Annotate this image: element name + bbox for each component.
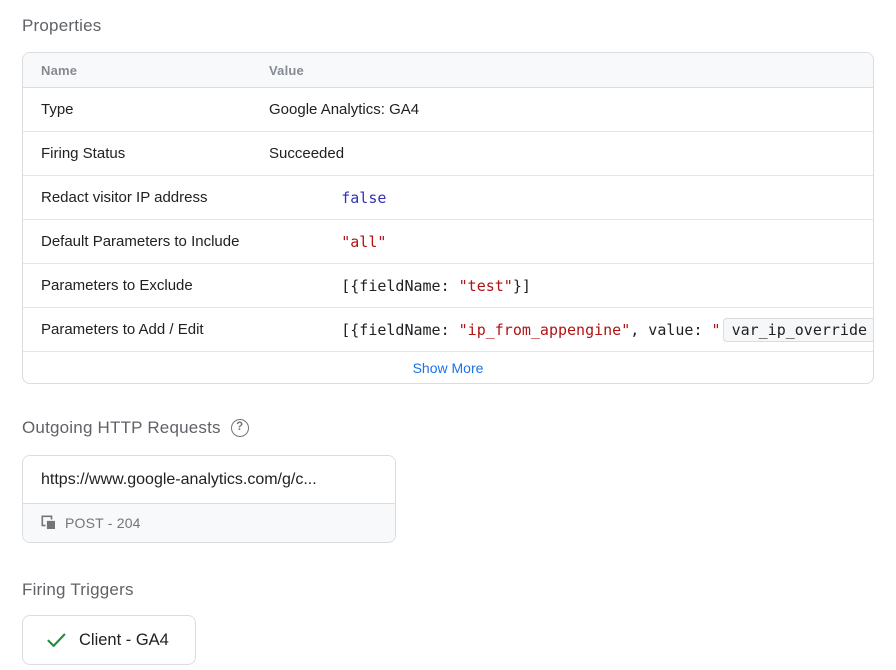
- code-plain: }]: [513, 277, 531, 295]
- value-column-header: Value: [269, 63, 873, 78]
- table-row-params-add-edit: Parameters to Add / Edit [{fieldName: "i…: [23, 308, 873, 352]
- show-more-link[interactable]: Show More: [413, 360, 484, 376]
- firing-trigger-item[interactable]: Client - GA4: [22, 615, 196, 665]
- name-column-header: Name: [23, 63, 269, 78]
- firing-triggers-section-title: Firing Triggers: [22, 579, 874, 600]
- code-string: "all": [341, 233, 386, 251]
- help-icon[interactable]: ?: [231, 419, 249, 437]
- property-name: Type: [23, 101, 269, 118]
- code-plain: [{fieldName:: [341, 277, 458, 295]
- code-plain: , value:: [630, 321, 711, 339]
- property-value: Succeeded: [269, 145, 873, 162]
- http-request-card[interactable]: https://www.google-analytics.com/g/c... …: [22, 455, 396, 543]
- green-check-icon: [47, 633, 66, 648]
- properties-section-title: Properties: [22, 15, 874, 36]
- request-method-status: POST - 204: [65, 515, 141, 531]
- http-requests-section-title: Outgoing HTTP Requests ?: [22, 417, 874, 438]
- code-plain: [{fieldName:: [341, 321, 458, 339]
- property-value: Google Analytics: GA4: [269, 101, 873, 118]
- property-value-code: [{fieldName: "ip_from_appengine", value:…: [269, 300, 873, 360]
- tag-details-panel: Properties Name Value Type Google Analyt…: [0, 0, 896, 665]
- table-row-redact-ip: Redact visitor IP address false: [23, 176, 873, 220]
- copy-icon: [41, 515, 57, 531]
- properties-table-header: Name Value: [23, 53, 873, 88]
- property-name: Default Parameters to Include: [23, 233, 269, 250]
- property-name: Parameters to Exclude: [23, 277, 269, 294]
- property-name: Parameters to Add / Edit: [23, 321, 269, 338]
- code-string: "ip_from_appengine": [459, 321, 631, 339]
- request-url[interactable]: https://www.google-analytics.com/g/c...: [23, 456, 395, 504]
- request-status-bar: POST - 204: [23, 504, 395, 542]
- property-name: Firing Status: [23, 145, 269, 162]
- http-requests-title-text: Outgoing HTTP Requests: [22, 417, 221, 438]
- properties-table: Name Value Type Google Analytics: GA4 Fi…: [22, 52, 874, 384]
- table-row-default-params: Default Parameters to Include "all": [23, 220, 873, 264]
- code-boolean: false: [341, 189, 386, 207]
- table-row-type: Type Google Analytics: GA4: [23, 88, 873, 132]
- code-string: "test": [459, 277, 513, 295]
- variable-chip: var_ip_override: [723, 318, 873, 342]
- property-name: Redact visitor IP address: [23, 189, 269, 206]
- trigger-label: Client - GA4: [79, 631, 169, 650]
- code-string: ": [712, 321, 721, 339]
- table-row-firing-status: Firing Status Succeeded: [23, 132, 873, 176]
